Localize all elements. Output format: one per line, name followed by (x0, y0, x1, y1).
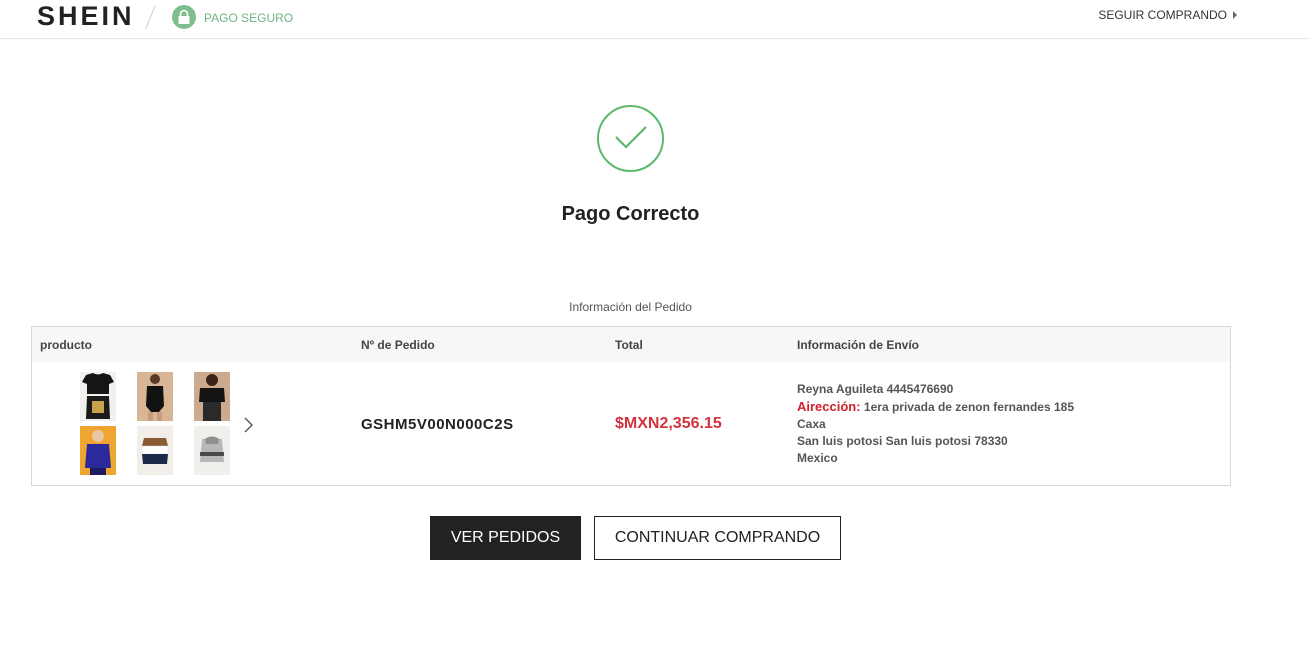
lock-icon (172, 5, 196, 29)
continue-shopping-link-label: SEGUIR COMPRANDO (1098, 8, 1227, 22)
continue-shopping-link[interactable]: SEGUIR COMPRANDO (1098, 8, 1237, 22)
product-thumbnail[interactable] (194, 372, 230, 421)
order-number: GSHM5V00N000C2S (361, 416, 514, 433)
address-label: Airección: (797, 399, 861, 414)
shipping-name-phone: Reyna Aguileta 4445476690 (797, 382, 954, 396)
shipping-address-line: Airección: 1era privada de zenon fernand… (797, 398, 1074, 416)
order-total: $MXN2,356.15 (615, 415, 722, 432)
product-thumbnail[interactable] (80, 372, 116, 421)
logo-divider (145, 4, 156, 30)
order-summary-table: producto Nº de Pedido Total Información … (31, 326, 1231, 486)
shipping-info: Reyna Aguileta 4445476690 Airección: 1er… (797, 381, 1074, 467)
column-product: producto (40, 338, 92, 352)
column-total: Total (615, 338, 643, 352)
address-line2: Caxa (797, 417, 826, 431)
secure-payment-label: PAGO SEGURO (204, 11, 294, 25)
continue-shopping-button[interactable]: CONTINUAR COMPRANDO (594, 516, 841, 560)
column-shipping: Información de Envío (797, 338, 920, 352)
product-thumbnail[interactable] (137, 372, 173, 421)
success-check-icon (597, 105, 664, 172)
order-table-header: producto Nº de Pedido Total Información … (32, 327, 1230, 362)
view-orders-button[interactable]: VER PEDIDOS (430, 516, 581, 560)
page-title: Pago Correcto (561, 203, 700, 225)
chevron-right-icon[interactable] (243, 417, 253, 438)
shein-logo[interactable]: SHEIN (37, 1, 135, 31)
column-order-number: Nº de Pedido (361, 338, 435, 352)
product-thumbnail[interactable] (80, 426, 116, 475)
product-thumbnail[interactable] (137, 426, 173, 475)
address-line1: 1era privada de zenon fernandes 185 (863, 400, 1075, 414)
product-thumbnails[interactable] (80, 372, 250, 476)
product-thumbnail[interactable] (194, 426, 230, 475)
address-country: Mexico (797, 451, 838, 465)
top-header: SHEIN PAGO SEGURO SEGUIR COMPRANDO (0, 0, 1309, 39)
address-city: San luis potosi San luis potosi 78330 (797, 434, 1008, 448)
caret-right-icon (1233, 11, 1237, 19)
order-info-label: Información del Pedido (569, 300, 692, 314)
